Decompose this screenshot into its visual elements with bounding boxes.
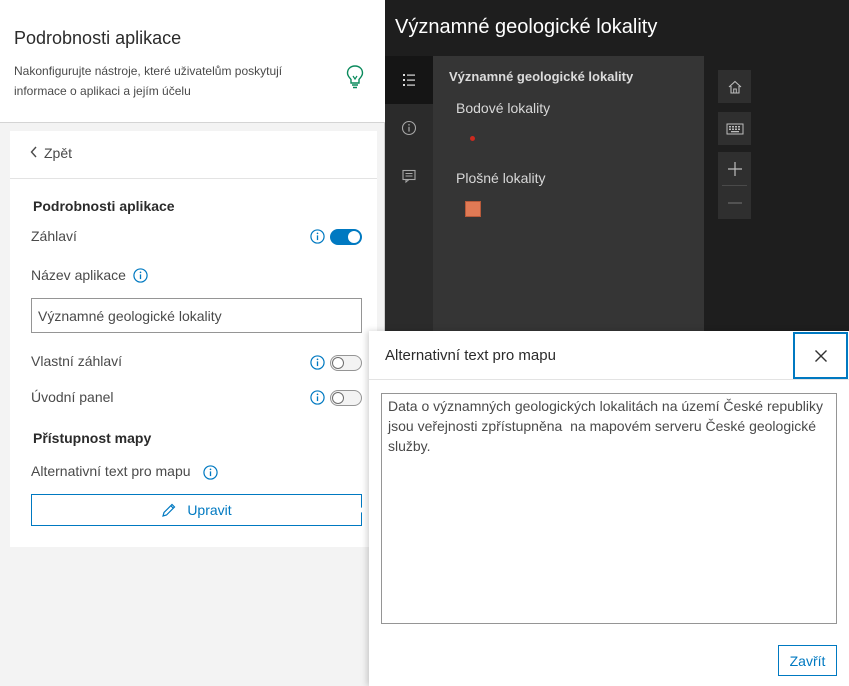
- custom-header-toggle[interactable]: [330, 355, 362, 371]
- app-title: Významné geologické lokality: [395, 16, 658, 38]
- legend-panel: Významné geologické lokality Bodové loka…: [433, 56, 704, 356]
- pencil-icon: [162, 503, 176, 517]
- section-title-accessibility: Přístupnost mapy: [33, 430, 152, 446]
- settings-title: Podrobnosti aplikace: [14, 28, 182, 48]
- dialog-header: Alternativní text pro mapu: [369, 331, 849, 380]
- polygon-symbol-icon: [465, 201, 481, 217]
- legend-item-points: Bodové lokality: [456, 100, 551, 116]
- legend-title: Významné geologické lokality: [449, 69, 634, 84]
- chevron-left-icon: [30, 145, 38, 161]
- zoom-controls: [718, 152, 751, 219]
- info-icon[interactable]: [133, 268, 148, 283]
- point-symbol-icon: [470, 136, 475, 141]
- section-title-details: Podrobnosti aplikace: [33, 198, 175, 214]
- back-label: Zpět: [44, 145, 73, 161]
- settings-header: Podrobnosti aplikace Nakonfigurujte nást…: [0, 0, 385, 123]
- dialog-title: Alternativní text pro mapu: [385, 347, 556, 364]
- close-icon[interactable]: [793, 332, 848, 379]
- home-icon[interactable]: [718, 70, 751, 103]
- header-label: Záhlaví: [31, 228, 77, 244]
- alt-text-dialog: Alternativní text pro mapu Data o význam…: [369, 331, 849, 686]
- app-name-label: Název aplikace: [31, 267, 126, 283]
- intro-panel-label: Úvodní panel: [31, 389, 114, 405]
- legend-icon[interactable]: [385, 56, 433, 104]
- zoom-out-icon[interactable]: [718, 186, 751, 219]
- alt-text-label: Alternativní text pro mapu: [31, 463, 191, 479]
- info-icon[interactable]: [385, 104, 433, 152]
- settings-description: Nakonfigurujte nástroje, které uživatelů…: [14, 64, 283, 98]
- edit-label: Upravit: [187, 502, 232, 518]
- settings-panel: Podrobnosti aplikace Nakonfigurujte nást…: [0, 0, 385, 686]
- app-name-input[interactable]: Významné geologické lokality: [31, 298, 362, 333]
- header-toggle[interactable]: [330, 229, 362, 245]
- edit-alt-text-button[interactable]: Upravit: [31, 494, 362, 526]
- comment-icon[interactable]: [385, 152, 433, 200]
- keyboard-icon[interactable]: [718, 112, 751, 145]
- info-icon[interactable]: [310, 229, 325, 244]
- back-button[interactable]: Zpět: [30, 145, 72, 161]
- info-icon[interactable]: [310, 390, 325, 405]
- zoom-in-icon[interactable]: [718, 152, 751, 185]
- divider: [10, 178, 377, 179]
- icon-rail: [385, 56, 433, 356]
- details-card: Zpět Podrobnosti aplikace Záhlaví Název …: [10, 131, 377, 547]
- close-button[interactable]: Zavřít: [778, 645, 837, 676]
- info-icon[interactable]: [310, 355, 325, 370]
- intro-panel-toggle[interactable]: [330, 390, 362, 406]
- lightbulb-icon[interactable]: [345, 64, 365, 90]
- alt-text-textarea[interactable]: Data o významných geologických lokalitác…: [381, 393, 837, 624]
- info-icon[interactable]: [203, 465, 218, 480]
- custom-header-label: Vlastní záhlaví: [31, 353, 123, 369]
- legend-item-polygons: Plošné lokality: [456, 170, 546, 186]
